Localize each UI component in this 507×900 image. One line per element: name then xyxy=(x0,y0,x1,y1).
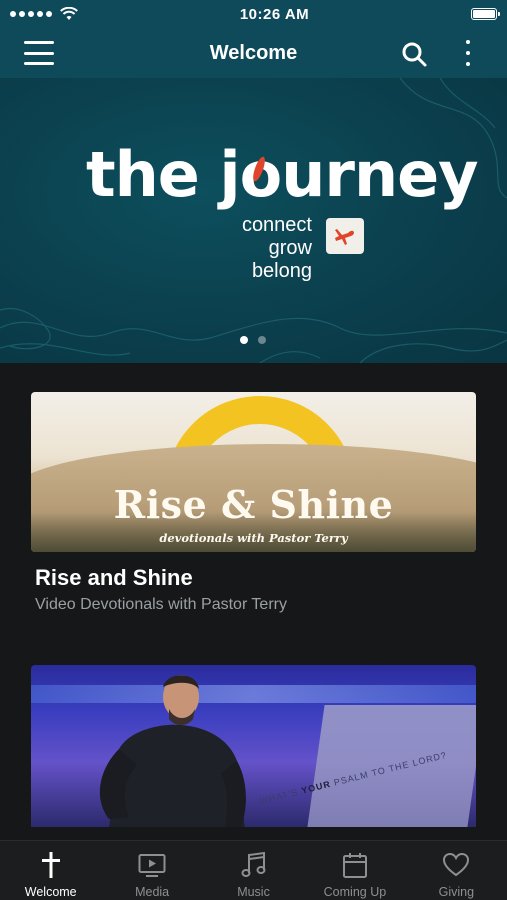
tab-bar: Welcome Media Music Coming Up Giving xyxy=(0,840,507,900)
plane-badge xyxy=(326,218,364,254)
signal-strength-icon xyxy=(10,7,78,21)
tv-play-icon xyxy=(138,854,166,877)
page-title: Welcome xyxy=(209,41,298,64)
tagline-connect: connect xyxy=(241,214,312,236)
thumbnail-title: Rise & Shine xyxy=(113,482,394,527)
tagline-belong: belong xyxy=(251,260,312,282)
hamburger-icon xyxy=(24,41,54,44)
preacher-figure xyxy=(99,675,246,827)
tab-media[interactable]: Media xyxy=(101,841,202,900)
menu-button[interactable] xyxy=(24,41,54,65)
pager-dot[interactable] xyxy=(258,336,266,344)
music-note-icon xyxy=(241,851,266,877)
nav-bar: Welcome xyxy=(0,28,507,78)
hero-title: the journey xyxy=(86,138,479,211)
calendar-icon xyxy=(342,853,367,878)
battery-icon xyxy=(471,8,500,20)
thumbnail-subtitle: devotionals with Pastor Terry xyxy=(159,531,348,545)
card-thumbnail: Rise & Shine devotionals with Pastor Ter… xyxy=(31,392,476,552)
hero-tagline: connect grow belong xyxy=(242,214,312,283)
tab-label: Media xyxy=(135,885,170,899)
media-card-sermon[interactable]: WHAT'S YOUR PSALM TO THE LORD? xyxy=(31,665,476,827)
tab-label: Music xyxy=(237,885,270,899)
tab-coming-up[interactable]: Coming Up xyxy=(304,841,405,900)
search-icon[interactable] xyxy=(400,40,428,68)
tab-giving[interactable]: Giving xyxy=(406,841,507,900)
card-title: Rise and Shine xyxy=(35,565,193,590)
tab-label: Giving xyxy=(438,885,475,899)
media-card-rise-and-shine[interactable]: Rise & Shine devotionals with Pastor Ter… xyxy=(31,392,476,614)
card-thumbnail: WHAT'S YOUR PSALM TO THE LORD? xyxy=(31,665,476,827)
heart-icon xyxy=(443,852,470,877)
tab-welcome[interactable]: Welcome xyxy=(0,841,101,900)
tab-music[interactable]: Music xyxy=(203,841,304,900)
more-options-button[interactable] xyxy=(458,38,478,68)
more-vertical-icon xyxy=(466,40,470,44)
carousel-pager[interactable] xyxy=(240,336,266,344)
tagline-grow: grow xyxy=(268,237,312,259)
tab-label: Coming Up xyxy=(323,885,387,899)
pager-dot[interactable] xyxy=(240,336,248,344)
tab-label: Welcome xyxy=(24,885,77,899)
airplane-icon xyxy=(335,229,355,245)
card-subtitle: Video Devotionals with Pastor Terry xyxy=(35,596,287,613)
wifi-icon xyxy=(60,7,78,20)
status-time: 10:26 AM xyxy=(239,5,310,23)
cross-icon xyxy=(41,852,60,878)
status-bar: 10:26 AM xyxy=(0,0,507,28)
hero-banner[interactable]: the journey connect grow belong xyxy=(0,78,507,363)
